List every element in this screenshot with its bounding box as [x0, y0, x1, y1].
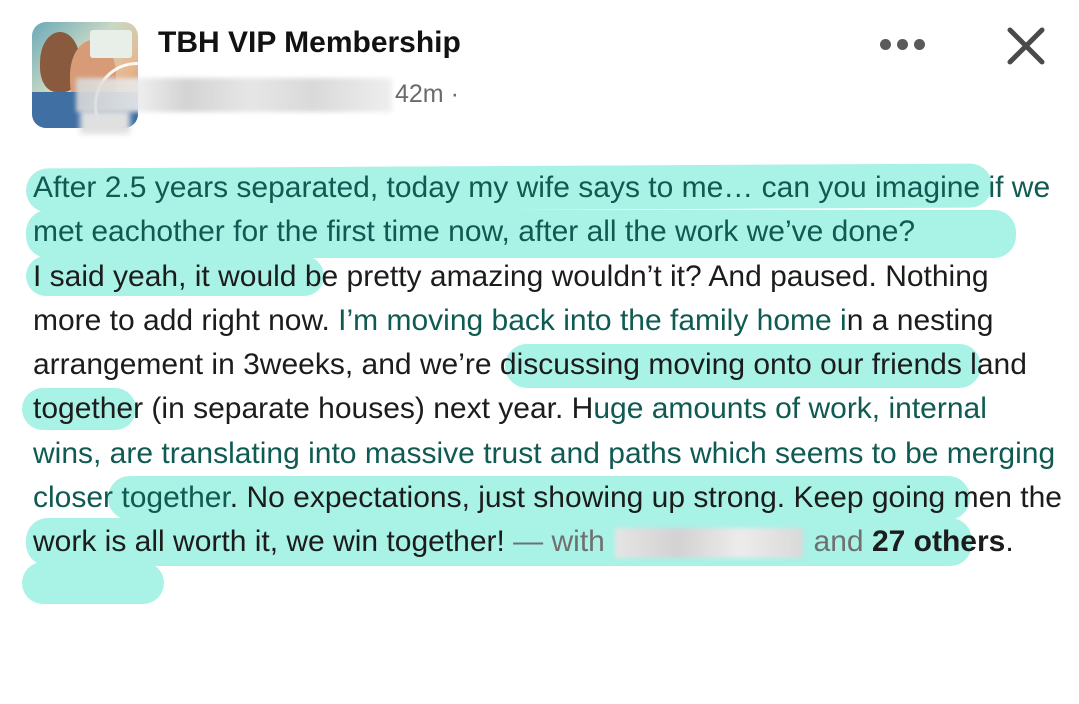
post-body: After 2.5 years separated, today my wife…	[33, 166, 1063, 565]
highlight-stroke	[22, 562, 164, 604]
period: .	[1005, 525, 1014, 559]
and-label: and	[805, 525, 872, 559]
author-name-redacted	[76, 78, 392, 112]
timestamp-separator: ·	[450, 80, 459, 108]
more-horizontal-icon[interactable]	[878, 36, 928, 54]
post-paragraph-1: After 2.5 years separated, today my wife…	[33, 166, 1063, 255]
timestamp-value: 42m	[395, 80, 444, 108]
author-redacted-fragment	[80, 110, 130, 134]
group-name[interactable]: TBH VIP Membership	[158, 26, 461, 60]
tagged-person-redacted[interactable]	[615, 528, 804, 559]
highlighted-text: After 2.5 years separated, today my wife…	[33, 171, 1051, 249]
others-count[interactable]: 27	[872, 525, 905, 558]
post-timestamp[interactable]: 42m ·	[395, 80, 459, 109]
post-header: TBH VIP Membership 42m ·	[0, 0, 1079, 140]
close-icon[interactable]	[1004, 24, 1048, 68]
others-link[interactable]: others	[914, 525, 1006, 558]
post-paragraph-2: I said yeah, it would be pretty amazing …	[33, 255, 1063, 565]
with-label: — with	[504, 525, 614, 559]
highlighted-text: I’m moving back into the family home i	[338, 303, 847, 337]
avatar-sign	[90, 30, 132, 58]
